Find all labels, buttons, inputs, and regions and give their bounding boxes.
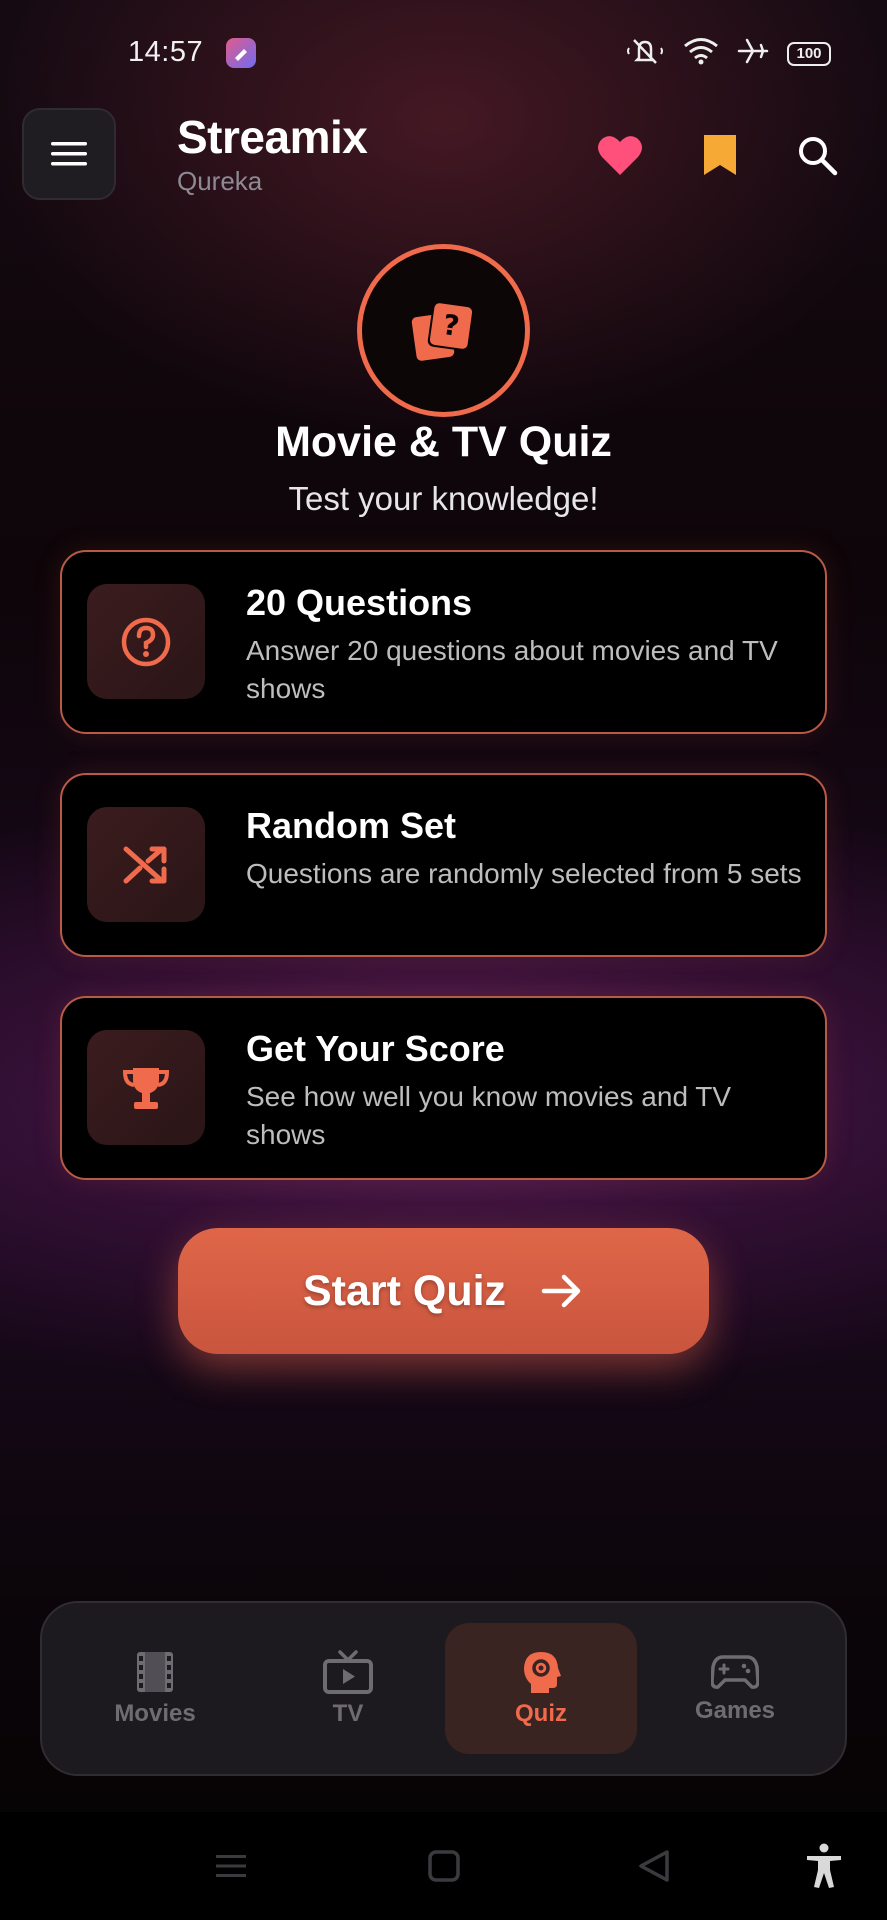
bookmarks-button[interactable] <box>693 128 747 182</box>
battery-icon: 100 <box>787 41 831 66</box>
heart-icon <box>598 136 642 175</box>
start-quiz-label: Start Quiz <box>302 1266 507 1315</box>
system-menu-button[interactable] <box>207 1842 255 1890</box>
tv-icon <box>323 1649 373 1694</box>
quiz-cards-icon: ? <box>411 300 474 361</box>
notification-app-icon <box>226 38 256 68</box>
gamepad-icon <box>711 1654 759 1689</box>
wifi-icon <box>683 36 719 71</box>
nav-label: TV <box>332 1699 364 1727</box>
menu-button[interactable] <box>22 108 116 200</box>
quiz-logo: ? <box>357 244 530 417</box>
card-title: 20 Questions <box>246 582 473 623</box>
nav-label: Quiz <box>515 1699 567 1727</box>
feature-card-score: Get Your Score See how well you know mov… <box>60 996 827 1180</box>
app-title: Streamix <box>177 111 368 163</box>
accessibility-icon <box>807 1843 841 1888</box>
card-icon-container <box>87 584 205 699</box>
nav-item-tv[interactable]: TV <box>252 1623 444 1754</box>
feature-card-random-set: Random Set Questions are randomly select… <box>60 773 827 957</box>
status-icons: 100 <box>625 36 831 71</box>
trophy-icon <box>122 1067 170 1109</box>
app-subtitle: Qureka <box>177 166 263 196</box>
bookmark-icon <box>704 135 736 175</box>
recent-apps-icon <box>216 1855 246 1877</box>
nav-item-movies[interactable]: Movies <box>59 1623 251 1754</box>
card-icon-container <box>87 807 205 922</box>
nav-label: Games <box>694 1696 776 1724</box>
status-bar: 14:57 100 <box>0 0 887 100</box>
card-description: Answer 20 questions about movies and TV … <box>246 635 778 704</box>
card-description: Questions are randomly selected from 5 s… <box>246 858 802 889</box>
airplane-icon <box>737 36 769 71</box>
mute-icon <box>625 36 665 71</box>
menu-icon <box>51 142 87 166</box>
page-subtitle: Test your knowledge! <box>288 480 599 517</box>
system-home-button[interactable] <box>420 1842 468 1890</box>
card-icon-container <box>87 1030 205 1145</box>
home-icon <box>428 1850 460 1882</box>
accessibility-button[interactable] <box>800 1842 848 1890</box>
page-title: Movie & TV Quiz <box>275 418 612 466</box>
card-title: Get Your Score <box>246 1028 505 1069</box>
search-button[interactable] <box>790 128 844 182</box>
system-navigation-bar <box>0 1812 887 1920</box>
shuffle-icon <box>123 846 167 883</box>
bottom-navigation: Movies TV Quiz Games <box>40 1601 847 1776</box>
card-title: Random Set <box>246 805 457 846</box>
feature-card-questions: 20 Questions Answer 20 questions about m… <box>60 550 827 734</box>
search-icon <box>799 137 838 176</box>
brain-head-icon <box>524 1651 561 1693</box>
start-quiz-button[interactable]: Start Quiz <box>178 1228 709 1354</box>
favorites-button[interactable] <box>593 128 647 182</box>
system-back-button[interactable] <box>630 1842 678 1890</box>
nav-item-quiz[interactable]: Quiz <box>445 1623 637 1754</box>
question-circle-icon <box>121 617 171 666</box>
battery-level: 100 <box>796 44 822 62</box>
status-time: 14:57 <box>128 36 204 68</box>
card-description: See how well you know movies and TV show… <box>246 1081 732 1150</box>
nav-label: Movies <box>114 1699 196 1727</box>
back-icon <box>639 1850 669 1882</box>
film-icon <box>137 1651 173 1692</box>
arrow-right-icon <box>541 1274 581 1308</box>
nav-item-games[interactable]: Games <box>639 1623 831 1754</box>
